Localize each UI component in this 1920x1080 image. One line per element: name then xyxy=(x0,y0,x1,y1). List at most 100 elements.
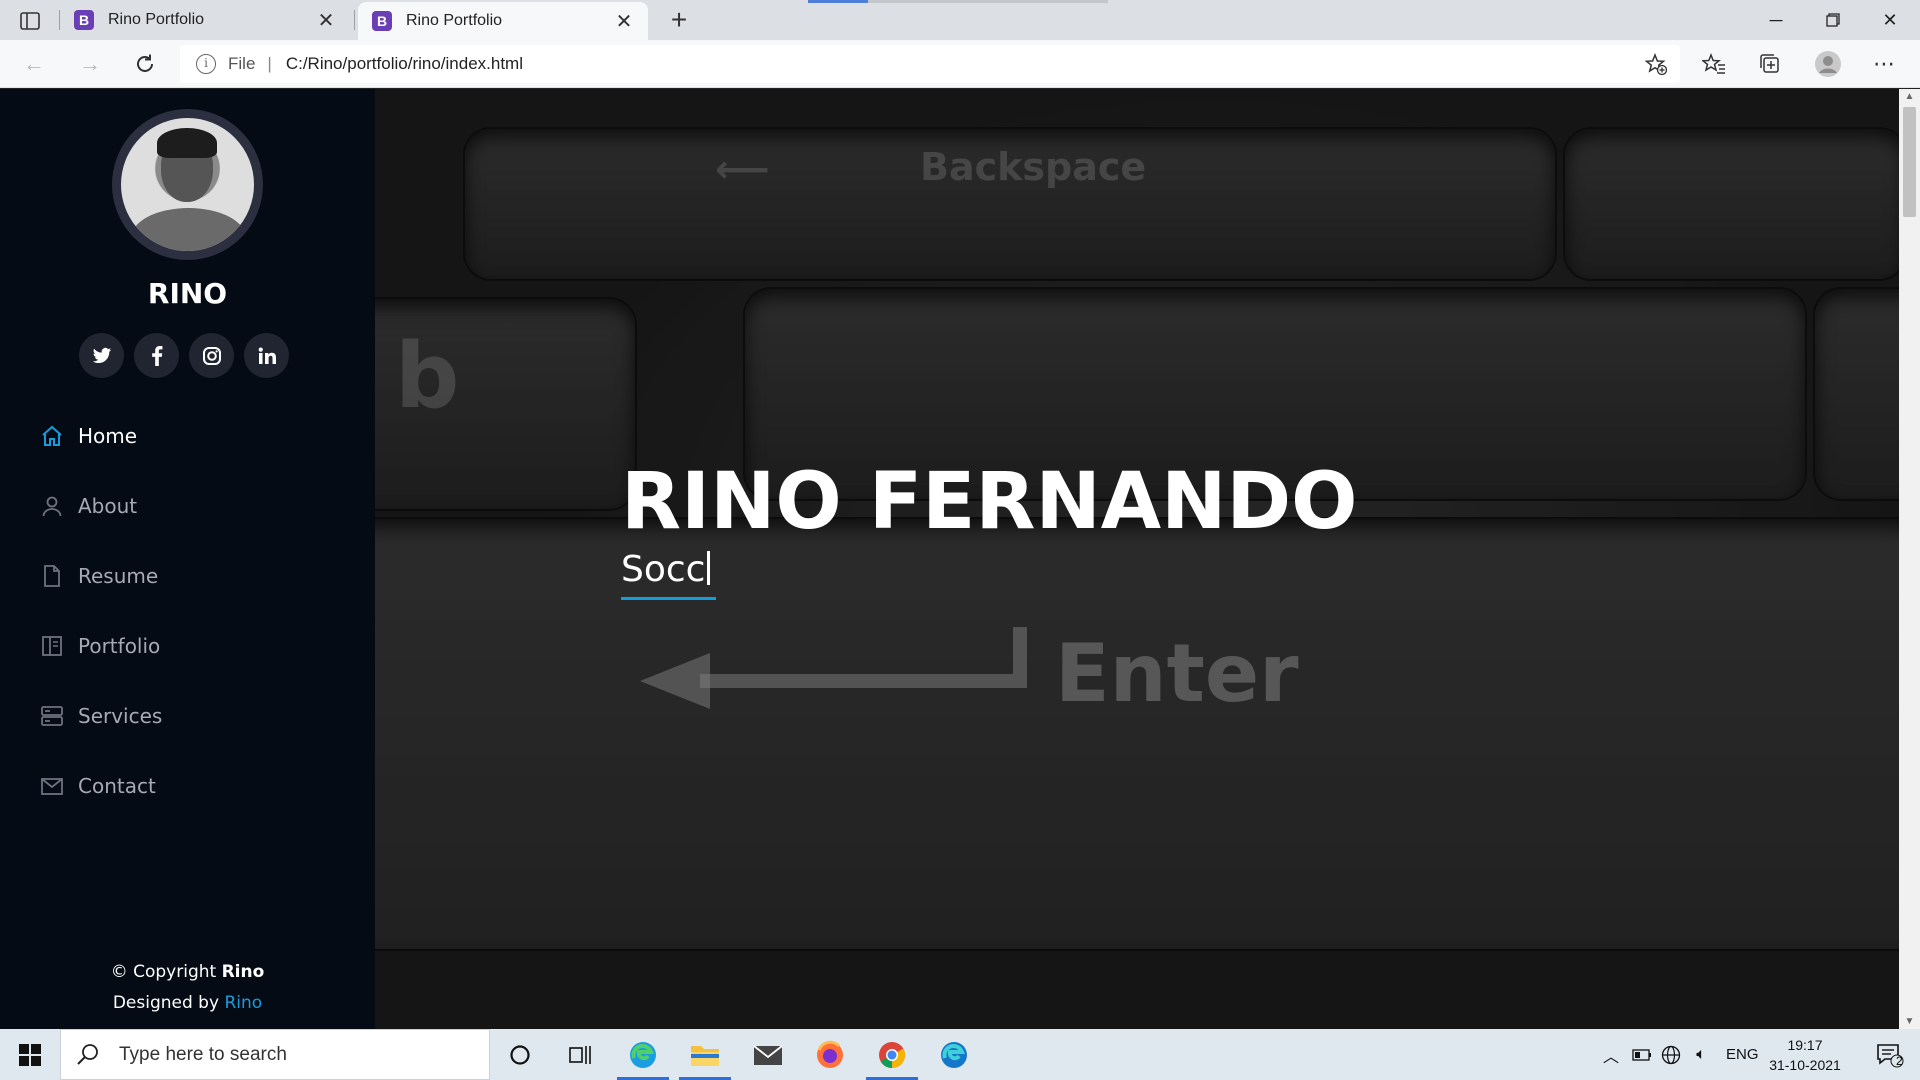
browser-tab-1[interactable]: B Rino Portfolio ✕ xyxy=(60,0,350,40)
action-center-button[interactable]: 2 xyxy=(1860,1029,1920,1080)
home-icon xyxy=(40,424,64,448)
facebook-icon xyxy=(151,345,162,366)
profile-avatar-icon xyxy=(1815,51,1841,77)
close-window-button[interactable]: ✕ xyxy=(1862,0,1918,40)
volume-icon[interactable]: 🔈︎ xyxy=(1686,1046,1716,1064)
copyright-name: Rino xyxy=(221,962,265,982)
mail-icon xyxy=(753,1044,783,1065)
battery-icon[interactable] xyxy=(1628,1048,1656,1061)
designer-link[interactable]: Rino xyxy=(224,993,262,1013)
book-icon xyxy=(40,634,64,658)
cortana-circle-icon xyxy=(510,1044,530,1065)
nav-item-about[interactable]: About xyxy=(40,471,162,541)
restore-button[interactable] xyxy=(1805,0,1861,40)
linkedin-icon xyxy=(258,347,276,364)
firefox-icon xyxy=(817,1040,843,1068)
designed-by-line: Designed by Rino xyxy=(0,988,375,1019)
forward-button[interactable]: → xyxy=(70,46,110,82)
nav-item-home[interactable]: Home xyxy=(40,401,162,471)
tab-title: Rino Portfolio xyxy=(108,11,205,28)
back-button[interactable]: ← xyxy=(14,46,54,82)
server-icon xyxy=(40,704,64,728)
close-tab-icon[interactable]: ✕ xyxy=(614,9,634,34)
system-clock[interactable]: 19:17 31-10-2021 xyxy=(1760,1035,1850,1075)
network-globe-icon[interactable] xyxy=(1656,1045,1686,1065)
subtitle-underline xyxy=(621,597,716,600)
windows-taskbar: Type here to search ︿ 🔈︎ ENG 19:17 31-10… xyxy=(0,1029,1920,1080)
designed-prefix: Designed by xyxy=(112,993,220,1013)
nav-item-portfolio[interactable]: Portfolio xyxy=(40,611,162,681)
typed-text: Socc xyxy=(621,549,706,590)
edge-icon xyxy=(941,1041,967,1068)
page-scrollbar[interactable]: ▲ ▼ xyxy=(1899,89,1920,1029)
browser-tab-2[interactable]: B Rino Portfolio ✕ xyxy=(358,2,648,40)
new-tab-button[interactable]: + xyxy=(662,4,696,36)
taskbar-edge-dev-app[interactable] xyxy=(924,1029,984,1080)
refresh-icon xyxy=(137,54,153,72)
add-favorite-button[interactable] xyxy=(1636,46,1676,82)
minimize-button[interactable]: ─ xyxy=(1748,0,1804,40)
taskbar-edge-app[interactable] xyxy=(613,1029,673,1080)
envelope-icon xyxy=(40,774,64,798)
clock-time: 19:17 xyxy=(1787,1037,1823,1053)
scroll-down-arrow-icon[interactable]: ▼ xyxy=(1899,1016,1920,1027)
favorites-button[interactable] xyxy=(1694,46,1734,82)
site-info-icon[interactable]: i xyxy=(196,54,216,74)
hero-overlay xyxy=(375,89,1899,1029)
nav-item-resume[interactable]: Resume xyxy=(40,541,162,611)
nav-label: Contact xyxy=(78,774,156,798)
web-page: RINO Home About Resume Portfolio Service… xyxy=(0,89,1920,1029)
url-text[interactable]: C:/Rino/portfolio/rino/index.html xyxy=(286,54,523,74)
profile-name[interactable]: RINO xyxy=(0,277,375,310)
hero-section: Backspace ⟵ b Enter RINO FERNANDO Socc xyxy=(375,89,1899,1029)
taskbar-chrome-app[interactable] xyxy=(862,1029,922,1080)
nav-label: About xyxy=(78,494,138,518)
photo-shoulders xyxy=(131,208,246,251)
windows-logo-icon xyxy=(19,1043,41,1066)
photo-hair xyxy=(157,128,217,158)
file-icon xyxy=(40,564,64,588)
typing-cursor xyxy=(707,551,711,585)
favorites-icon xyxy=(1702,53,1725,74)
user-icon xyxy=(40,494,64,518)
bootstrap-favicon-icon: B xyxy=(74,10,94,30)
search-placeholder: Type here to search xyxy=(119,1043,287,1065)
task-view-button[interactable] xyxy=(550,1029,610,1080)
collections-icon xyxy=(1760,54,1779,73)
taskbar-mail-app[interactable] xyxy=(738,1029,798,1080)
tab-scroll-indicator xyxy=(808,0,1108,3)
folder-icon xyxy=(691,1045,719,1066)
tab-title: Rino Portfolio xyxy=(406,12,503,29)
sidebar-nav: Home About Resume Portfolio Services Con… xyxy=(40,401,162,821)
facebook-link[interactable] xyxy=(134,333,179,378)
taskbar-firefox-app[interactable] xyxy=(800,1029,860,1080)
nav-label: Home xyxy=(78,424,138,448)
taskbar-search-box[interactable]: Type here to search xyxy=(60,1029,490,1080)
collections-button[interactable] xyxy=(1750,46,1790,82)
tab-actions-button[interactable] xyxy=(12,6,48,36)
chrome-icon xyxy=(879,1041,906,1068)
twitter-link[interactable] xyxy=(79,333,124,378)
refresh-button[interactable] xyxy=(125,46,165,82)
tab-separator xyxy=(354,10,355,30)
nav-item-services[interactable]: Services xyxy=(40,681,162,751)
close-tab-icon[interactable]: ✕ xyxy=(316,8,336,33)
twitter-icon xyxy=(92,347,111,363)
instagram-link[interactable] xyxy=(189,333,234,378)
scrollbar-thumb[interactable] xyxy=(1903,107,1916,217)
show-hidden-icons-chevron-up-icon[interactable]: ︿ xyxy=(1600,1043,1622,1067)
social-links xyxy=(79,333,289,378)
taskbar-file-explorer-app[interactable] xyxy=(675,1029,735,1080)
address-bar[interactable]: i File | C:/Rino/portfolio/rino/index.ht… xyxy=(180,45,1680,83)
linkedin-link[interactable] xyxy=(244,333,289,378)
start-button[interactable] xyxy=(0,1029,60,1080)
nav-item-contact[interactable]: Contact xyxy=(40,751,162,821)
copyright-line: © Copyright Rino xyxy=(0,957,375,988)
language-indicator[interactable]: ENG xyxy=(1726,1046,1759,1063)
settings-more-button[interactable]: ⋯ xyxy=(1864,46,1904,82)
profile-button[interactable] xyxy=(1808,46,1848,82)
profile-photo xyxy=(112,109,263,260)
scroll-up-arrow-icon[interactable]: ▲ xyxy=(1899,91,1920,102)
cortana-button[interactable] xyxy=(490,1029,550,1080)
bootstrap-favicon-icon: B xyxy=(372,11,392,31)
